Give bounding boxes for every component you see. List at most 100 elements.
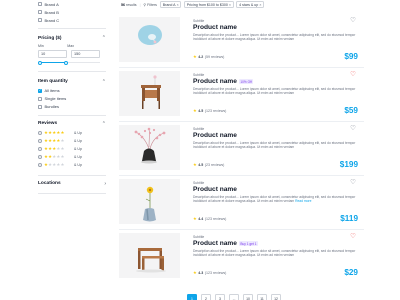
rating-value: 4.5 xyxy=(198,162,204,167)
product-card[interactable]: Subtitle Product name Buy 1 get 1 Descri… xyxy=(119,230,364,284)
chevron-up-icon[interactable]: ⌃ xyxy=(102,79,106,85)
results-suffix: results xyxy=(126,2,137,7)
radio-button[interactable] xyxy=(38,154,42,159)
heart-icon[interactable]: ♡ xyxy=(350,71,356,79)
product-card[interactable]: Subtitle Product name Description about … xyxy=(119,122,364,176)
heart-icon[interactable]: ♡ xyxy=(350,233,356,241)
heart-icon[interactable]: ♡ xyxy=(350,125,356,133)
product-image[interactable] xyxy=(119,179,180,224)
filter-chip[interactable]: Brand A× xyxy=(159,0,182,9)
star-icon: ★★★★★ xyxy=(44,153,65,159)
promo-badge: Buy 1 get 1 xyxy=(238,241,258,246)
product-price: $99 xyxy=(344,52,358,61)
product-description: Description about the product... Lorem i… xyxy=(193,248,356,257)
checkbox[interactable] xyxy=(38,104,42,109)
close-icon[interactable]: × xyxy=(177,3,179,7)
page-button[interactable]: 1 xyxy=(187,294,197,300)
check-icon[interactable]: ✓ xyxy=(38,88,42,93)
product-list: Subtitle Product name Description about … xyxy=(119,14,364,284)
radio-button[interactable] xyxy=(38,146,42,151)
checkbox[interactable] xyxy=(38,18,42,22)
filter-chip[interactable]: 4 stars & up× xyxy=(236,0,265,9)
quantity-option[interactable]: ✓ All items xyxy=(38,87,106,95)
rating-option[interactable]: ★★★★★ & Up xyxy=(38,161,106,169)
name-row: Product name xyxy=(193,186,364,193)
slider-min-handle[interactable] xyxy=(38,60,42,65)
heart-icon[interactable]: ♡ xyxy=(350,17,356,25)
product-image[interactable] xyxy=(119,125,180,170)
radio-button[interactable] xyxy=(38,138,42,143)
rating-option[interactable]: ★★★★★ & Up xyxy=(38,137,106,145)
chip-label: Brand A xyxy=(162,2,176,7)
page-button[interactable]: 2 xyxy=(201,294,211,300)
star-icon: ★ xyxy=(193,270,197,275)
brand-filter-list: Brand A Brand B Brand C xyxy=(38,0,106,24)
chevron-up-icon[interactable]: ⌃ xyxy=(102,121,106,127)
quantity-option[interactable]: Single items xyxy=(38,95,106,103)
filter-chip[interactable]: Pricing from $100 to $300× xyxy=(183,0,234,9)
chip-label: 4 stars & up xyxy=(239,2,259,7)
brand-label: Brand A xyxy=(44,1,59,7)
product-subtitle: Subtitle xyxy=(193,73,205,77)
read-more-link[interactable]: Read more xyxy=(295,199,311,203)
product-name[interactable]: Product name xyxy=(193,132,237,139)
rating-option[interactable]: ★★★★★ & Up xyxy=(38,153,106,161)
nesting-tables-image xyxy=(119,233,180,278)
separator: | xyxy=(139,2,141,7)
page-ellipsis[interactable]: ... xyxy=(229,294,239,300)
quantity-label: Single items xyxy=(44,96,67,101)
reviews-header[interactable]: Reviews ⌃ xyxy=(38,119,106,129)
name-row: Product name xyxy=(193,24,364,31)
brand-option[interactable]: Brand C xyxy=(38,16,106,24)
reviews-title: Reviews xyxy=(38,121,58,126)
rating-suffix: & Up xyxy=(74,154,82,159)
checkbox[interactable] xyxy=(38,96,42,101)
product-name[interactable]: Product name xyxy=(193,240,237,247)
quantity-option[interactable]: Bundles xyxy=(38,103,106,111)
product-card[interactable]: Subtitle Product name Description about … xyxy=(119,14,364,68)
checkbox[interactable] xyxy=(38,2,42,6)
brand-option[interactable]: Brand A xyxy=(38,0,106,8)
review-count: (123 reviews) xyxy=(204,270,227,275)
locations-header[interactable]: Locations › xyxy=(38,179,106,189)
price-range-slider[interactable] xyxy=(38,60,100,66)
product-card[interactable]: Subtitle Product name 10% Off Descriptio… xyxy=(119,68,364,122)
slider-max-handle[interactable] xyxy=(64,60,68,65)
page-button[interactable]: 3 xyxy=(215,294,225,300)
brand-option[interactable]: Brand B xyxy=(38,8,106,16)
pricing-header[interactable]: Pricing ($) ⌃ xyxy=(38,33,106,43)
divider xyxy=(38,70,106,72)
star-icon: ★ xyxy=(193,162,197,167)
product-rating: ★ 4.5 (123 reviews) xyxy=(193,108,226,113)
heart-icon[interactable]: ♡ xyxy=(350,179,356,187)
product-name[interactable]: Product name xyxy=(193,186,237,193)
review-count: (59 reviews) xyxy=(204,54,225,59)
close-icon[interactable]: × xyxy=(259,3,261,7)
min-price-input[interactable] xyxy=(38,49,67,58)
product-name[interactable]: Product name xyxy=(193,78,237,85)
close-icon[interactable]: × xyxy=(229,3,231,7)
vase-image xyxy=(119,125,180,170)
checkbox[interactable] xyxy=(38,10,42,14)
product-card[interactable]: Subtitle Product name Description about … xyxy=(119,176,364,230)
product-name[interactable]: Product name xyxy=(193,24,237,31)
page-button[interactable]: 12 xyxy=(271,294,281,300)
product-image[interactable] xyxy=(119,71,180,116)
radio-button[interactable] xyxy=(38,130,42,135)
product-image[interactable] xyxy=(119,233,180,278)
page-button[interactable]: 11 xyxy=(257,294,267,300)
name-row: Product name xyxy=(193,132,364,139)
quantity-header[interactable]: Item quantity ⌃ xyxy=(38,77,106,87)
max-price-input[interactable] xyxy=(71,49,100,58)
clock-image xyxy=(119,17,180,62)
chevron-right-icon[interactable]: › xyxy=(104,181,106,187)
product-image[interactable] xyxy=(119,17,180,62)
page-button[interactable]: 10 xyxy=(243,294,253,300)
product-rating: ★ 4.3 (123 reviews) xyxy=(193,270,226,275)
product-subtitle: Subtitle xyxy=(193,181,205,185)
rating-option[interactable]: ★★★★★ & Up xyxy=(38,129,106,137)
chevron-up-icon[interactable]: ⌃ xyxy=(102,35,106,41)
rating-option[interactable]: ★★★★★ & Up xyxy=(38,145,106,153)
star-icon: ★★★★★ xyxy=(44,129,65,135)
radio-button[interactable] xyxy=(38,162,42,167)
